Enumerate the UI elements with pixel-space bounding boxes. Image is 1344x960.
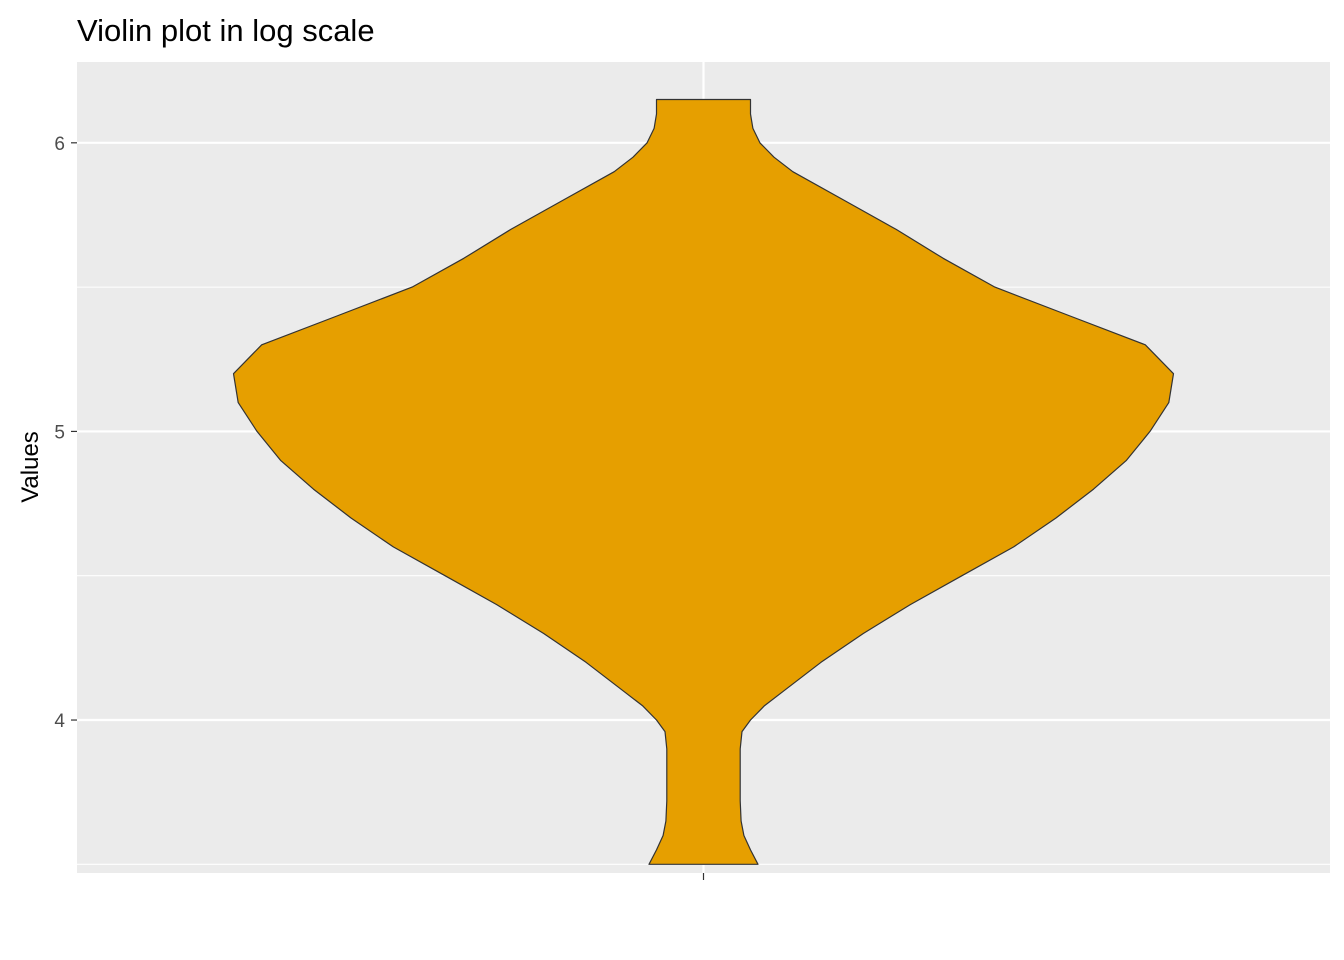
chart-title: Violin plot in log scale [77,13,375,48]
y-tick-label: 4 [54,711,65,732]
violin-chart: Violin plot in log scale 4 5 6 Values [17,13,1330,880]
y-axis-title: Values [17,431,44,503]
plot-panel: 4 5 6 [54,62,1330,880]
y-tick-label: 6 [54,134,65,155]
y-tick-label: 5 [54,422,65,443]
